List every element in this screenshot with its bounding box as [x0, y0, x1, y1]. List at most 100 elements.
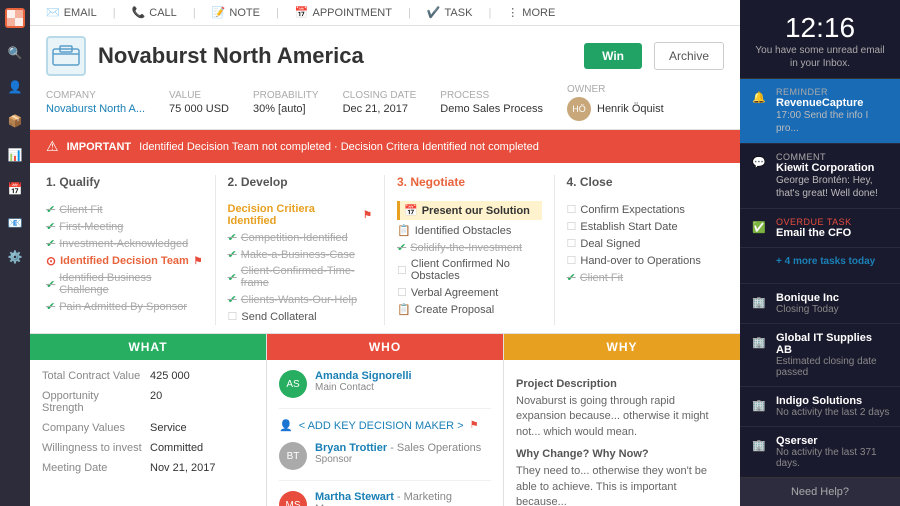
notif-content: Indigo Solutions No activity the last 2 …: [776, 395, 890, 418]
check-icon: ✔: [228, 271, 237, 284]
person-info: Martha Stewart - Marketing Manager Techn…: [315, 491, 491, 506]
sidebar-logo[interactable]: [5, 8, 25, 28]
stage-item: ☐ Client Confirmed No Obstacles: [397, 256, 542, 284]
stage-item: ☐ Verbal Agreement: [397, 284, 542, 301]
need-help-button[interactable]: Need Help?: [740, 477, 900, 506]
sep4: |: [408, 7, 411, 19]
add-decision-maker[interactable]: 👤 < ADD KEY DECISION MAKER > ⚑: [279, 419, 491, 432]
notif-title: RevenueCapture: [776, 97, 890, 109]
more-icon: [750, 257, 768, 275]
check-empty-icon: ☐: [567, 254, 577, 267]
stage-item: ☐ Hand-over to Operations: [567, 252, 713, 269]
notification-bonique[interactable]: 🏢 Bonique Inc Closing Today: [740, 284, 900, 324]
more-action[interactable]: ⋮ MORE: [507, 6, 555, 19]
sidebar-reports-icon[interactable]: 📊: [6, 146, 24, 164]
notification-comment[interactable]: 💬 COMMENT Kiewit Corporation George Bron…: [740, 144, 900, 209]
stage-item: ☐ Send Collateral: [228, 308, 373, 325]
email-action[interactable]: ✉️ EMAIL: [46, 6, 97, 19]
probability-meta: PROBABILITY 30% [auto]: [253, 90, 319, 115]
note-action[interactable]: 📝 NOTE: [212, 6, 260, 19]
person-role: Main Contact: [315, 382, 491, 393]
check-empty-icon: ☐: [567, 237, 577, 250]
process-meta: PROCESS Demo Sales Process: [440, 90, 543, 115]
field-row: Total Contract Value 425 000: [42, 370, 254, 382]
notif-title: Indigo Solutions: [776, 395, 890, 407]
notif-title: Bonique Inc: [776, 292, 890, 304]
stage-item: ✔ Client-Confirmed-Time-frame: [228, 263, 373, 291]
person-name[interactable]: Martha Stewart: [315, 491, 394, 503]
owner-name: Henrik Öquist: [597, 103, 664, 115]
company-icon: 🏢: [750, 436, 768, 454]
call-action[interactable]: 📞 CALL: [132, 6, 177, 19]
sidebar-email-icon[interactable]: 📧: [6, 214, 24, 232]
person-outline-icon: 👤: [279, 419, 293, 432]
win-button[interactable]: Win: [584, 43, 642, 69]
person-name[interactable]: Amanda Signorelli: [315, 370, 491, 382]
deal-closing-date: Dec 21, 2017: [343, 103, 417, 115]
notification-global-it[interactable]: 🏢 Global IT Supplies AB Estimated closin…: [740, 324, 900, 387]
email-icon: ✉️: [46, 6, 60, 19]
call-icon: 📞: [132, 6, 146, 19]
company-value[interactable]: Novaburst North A...: [46, 103, 145, 115]
notif-sub: No activity the last 2 days: [776, 407, 890, 418]
notif-content: REMINDER RevenueCapture 17:00 Send the i…: [776, 87, 890, 135]
company-icon: 🏢: [750, 396, 768, 414]
notif-content: COMMENT Kiewit Corporation George Bronté…: [776, 152, 890, 200]
notif-content: OVERDUE TASK Email the CFO: [776, 217, 890, 239]
sidebar-contacts-icon[interactable]: 👤: [6, 78, 24, 96]
stage-item: ☐ Confirm Expectations: [567, 201, 713, 218]
bell-icon: 🔔: [750, 88, 768, 106]
sidebar-search-icon[interactable]: 🔍: [6, 44, 24, 62]
note-icon: 📝: [212, 6, 226, 19]
notification-task[interactable]: ✅ OVERDUE TASK Email the CFO: [740, 209, 900, 248]
check-empty-icon: ☐: [567, 220, 577, 233]
flag-icon: ⚑: [470, 420, 479, 431]
check-icon: ✔: [46, 237, 55, 250]
pipeline-area: 1. Qualify ✔ Client Fit ✔ First-Meeting …: [30, 163, 740, 334]
notif-tag: OVERDUE TASK: [776, 217, 890, 227]
flag-icon: ⚑: [363, 210, 372, 221]
alert-icon: ⚠: [46, 138, 59, 155]
notification-more-tasks[interactable]: + 4 more tasks today: [740, 248, 900, 284]
who-body: AS Amanda Signorelli Main Contact 👤 < AD…: [267, 360, 503, 506]
person-name[interactable]: Bryan Trottier: [315, 442, 387, 454]
notification-qserser[interactable]: 🏢 Qserser No activity the last 371 days.: [740, 427, 900, 477]
why-change-text: They need to... otherwise they won't be …: [516, 464, 728, 506]
what-body: Total Contract Value 425 000 Opportunity…: [30, 360, 266, 492]
sep3: |: [276, 7, 279, 19]
section-what: WHAT Total Contract Value 425 000 Opport…: [30, 334, 267, 506]
archive-button[interactable]: Archive: [654, 42, 724, 70]
stages-grid: 1. Qualify ✔ Client Fit ✔ First-Meeting …: [46, 175, 724, 325]
task-action[interactable]: ✔️ TASK: [427, 6, 473, 19]
sidebar-products-icon[interactable]: 📦: [6, 112, 24, 130]
sidebar-settings-icon[interactable]: ⚙️: [6, 248, 24, 266]
appointment-icon: 📅: [295, 6, 309, 19]
deal-probability: 30% [auto]: [253, 103, 319, 115]
stage-item-alert: ⊙ Identified Decision Team ⚑: [46, 252, 203, 270]
why-change-title: Why Change? Why Now?: [516, 448, 728, 460]
person-martha: MS Martha Stewart - Marketing Manager Te…: [279, 491, 491, 506]
stage-3-header: 3. Negotiate: [397, 175, 542, 193]
stage-2-header: 2. Develop: [228, 175, 373, 193]
check-icon: ✔: [228, 231, 237, 244]
stage-item: ✔ Pain Admitted By Sponsor: [46, 298, 203, 315]
deal-value: 75 000 USD: [169, 103, 229, 115]
alert-banner: ⚠ IMPORTANT Identified Decision Team not…: [30, 130, 740, 163]
notif-content: Bonique Inc Closing Today: [776, 292, 890, 315]
notif-content: Qserser No activity the last 371 days.: [776, 435, 890, 469]
stage-item: ✔ Client Fit: [567, 269, 713, 286]
notif-content: Global IT Supplies AB Estimated closing …: [776, 332, 890, 378]
notification-reminder[interactable]: 🔔 REMINDER RevenueCapture 17:00 Send the…: [740, 79, 900, 144]
person-avatar: MS: [279, 491, 307, 506]
check-empty-icon: ☐: [228, 310, 238, 323]
check-icon: ✔: [228, 248, 237, 261]
appointment-action[interactable]: 📅 APPOINTMENT: [295, 6, 392, 19]
sidebar-calendar-icon[interactable]: 📅: [6, 180, 24, 198]
owner-meta: OWNER HÖ Henrik Öquist: [567, 84, 664, 121]
deal-meta: COMPANY Novaburst North A... VALUE 75 00…: [46, 84, 724, 121]
bottom-sections: WHAT Total Contract Value 425 000 Opport…: [30, 334, 740, 506]
notification-indigo[interactable]: 🏢 Indigo Solutions No activity the last …: [740, 387, 900, 427]
sep5: |: [488, 7, 491, 19]
field-row: Willingness to invest Committed: [42, 442, 254, 454]
why-header: WHY: [504, 334, 740, 360]
